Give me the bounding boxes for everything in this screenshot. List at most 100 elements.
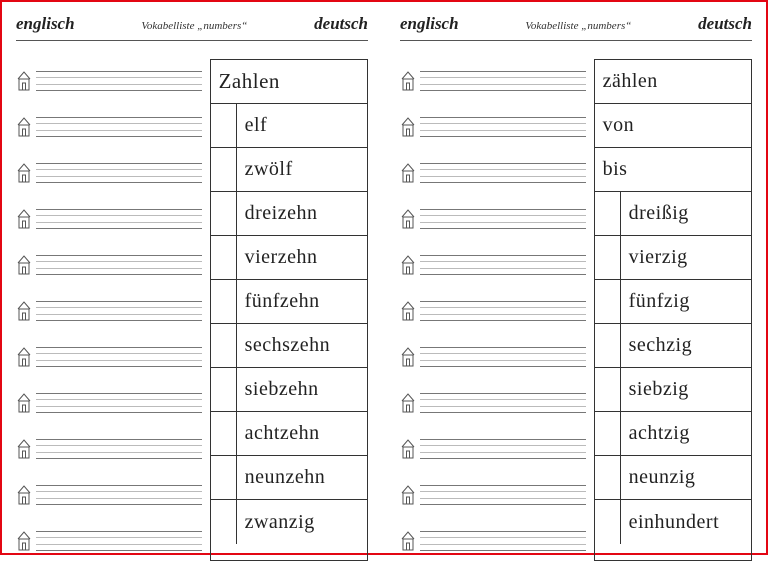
writing-line[interactable] (400, 521, 586, 561)
ruled-lines (36, 71, 202, 91)
house-icon (400, 391, 416, 415)
writing-line[interactable] (400, 383, 586, 423)
writing-line[interactable] (400, 429, 586, 469)
writing-line[interactable] (400, 245, 586, 285)
indent-marker (211, 500, 237, 544)
german-word-cell: achtzig (595, 412, 751, 456)
house-icon (16, 69, 32, 93)
german-word-cell: zählen (595, 60, 751, 104)
writing-line[interactable] (400, 107, 586, 147)
german-column: zählenvonbisdreißigvierzigfünfzigsechzig… (594, 59, 752, 561)
german-word: fünfzig (621, 280, 751, 323)
house-icon (400, 161, 416, 185)
german-word: achtzehn (237, 412, 367, 455)
ruled-lines (36, 393, 202, 413)
house-icon (400, 115, 416, 139)
german-word: achtzig (621, 412, 751, 455)
indent-marker (595, 324, 621, 367)
house-icon (400, 345, 416, 369)
german-word-cell: achtzehn (211, 412, 367, 456)
english-column (16, 59, 202, 561)
house-icon (400, 437, 416, 461)
writing-line[interactable] (16, 383, 202, 423)
house-icon (16, 529, 32, 553)
indent-marker (211, 456, 237, 499)
german-word: sechszehn (237, 324, 367, 367)
ruled-lines (420, 485, 586, 505)
ruled-lines (36, 347, 202, 367)
indent-marker (211, 104, 237, 147)
house-icon (16, 345, 32, 369)
writing-line[interactable] (400, 475, 586, 515)
german-word: siebzig (621, 368, 751, 411)
ruled-lines (420, 301, 586, 321)
german-word-cell: von (595, 104, 751, 148)
writing-line[interactable] (16, 291, 202, 331)
writing-line[interactable] (400, 337, 586, 377)
german-word-cell: zwölf (211, 148, 367, 192)
german-word-cell: neunzig (595, 456, 751, 500)
writing-line[interactable] (400, 199, 586, 239)
house-icon (400, 483, 416, 507)
indent-marker (211, 368, 237, 411)
german-word: einhundert (621, 500, 751, 544)
indent-marker (595, 456, 621, 499)
house-icon (16, 207, 32, 231)
german-word: zwölf (237, 148, 367, 191)
header-english-label: englisch (400, 14, 459, 34)
indent-marker (595, 412, 621, 455)
writing-line[interactable] (16, 429, 202, 469)
german-word-cell: zwanzig (211, 500, 367, 544)
page-header: englisch Vokabelliste „numbers“ deutsch (16, 14, 368, 41)
header-german-label: deutsch (314, 14, 368, 34)
writing-line[interactable] (16, 107, 202, 147)
german-title-cell: Zahlen (211, 60, 367, 104)
german-word: neunzehn (237, 456, 367, 499)
german-word: dreißig (621, 192, 751, 235)
house-icon (16, 391, 32, 415)
header-subtitle: Vokabelliste „numbers“ (525, 20, 631, 32)
english-column (400, 59, 586, 561)
german-word-cell: elf (211, 104, 367, 148)
ruled-lines (420, 439, 586, 459)
ruled-lines (420, 209, 586, 229)
german-word: dreizehn (237, 192, 367, 235)
german-word-cell: vierzehn (211, 236, 367, 280)
house-icon (16, 483, 32, 507)
german-word-cell: fünfzig (595, 280, 751, 324)
writing-line[interactable] (400, 153, 586, 193)
house-icon (400, 207, 416, 231)
header-english-label: englisch (16, 14, 75, 34)
ruled-lines (36, 485, 202, 505)
ruled-lines (36, 117, 202, 137)
writing-line[interactable] (16, 199, 202, 239)
writing-line[interactable] (16, 61, 202, 101)
ruled-lines (420, 347, 586, 367)
house-icon (16, 115, 32, 139)
german-word-cell: einhundert (595, 500, 751, 544)
ruled-lines (420, 163, 586, 183)
header-german-label: deutsch (698, 14, 752, 34)
ruled-lines (36, 255, 202, 275)
german-word-cell: neunzehn (211, 456, 367, 500)
writing-line[interactable] (16, 521, 202, 561)
writing-line[interactable] (16, 245, 202, 285)
german-word-cell: bis (595, 148, 751, 192)
writing-line[interactable] (16, 153, 202, 193)
writing-line[interactable] (400, 61, 586, 101)
ruled-lines (420, 117, 586, 137)
german-word: von (595, 104, 751, 147)
writing-line[interactable] (16, 337, 202, 377)
indent-marker (595, 192, 621, 235)
german-word-cell: fünfzehn (211, 280, 367, 324)
german-word: neunzig (621, 456, 751, 499)
writing-line[interactable] (400, 291, 586, 331)
german-word-cell: siebzehn (211, 368, 367, 412)
writing-line[interactable] (16, 475, 202, 515)
house-icon (400, 69, 416, 93)
ruled-lines (36, 209, 202, 229)
german-column: Zahlenelfzwölfdreizehnvierzehnfünfzehnse… (210, 59, 368, 561)
indent-marker (211, 148, 237, 191)
german-word: elf (237, 104, 367, 147)
indent-marker (595, 280, 621, 323)
